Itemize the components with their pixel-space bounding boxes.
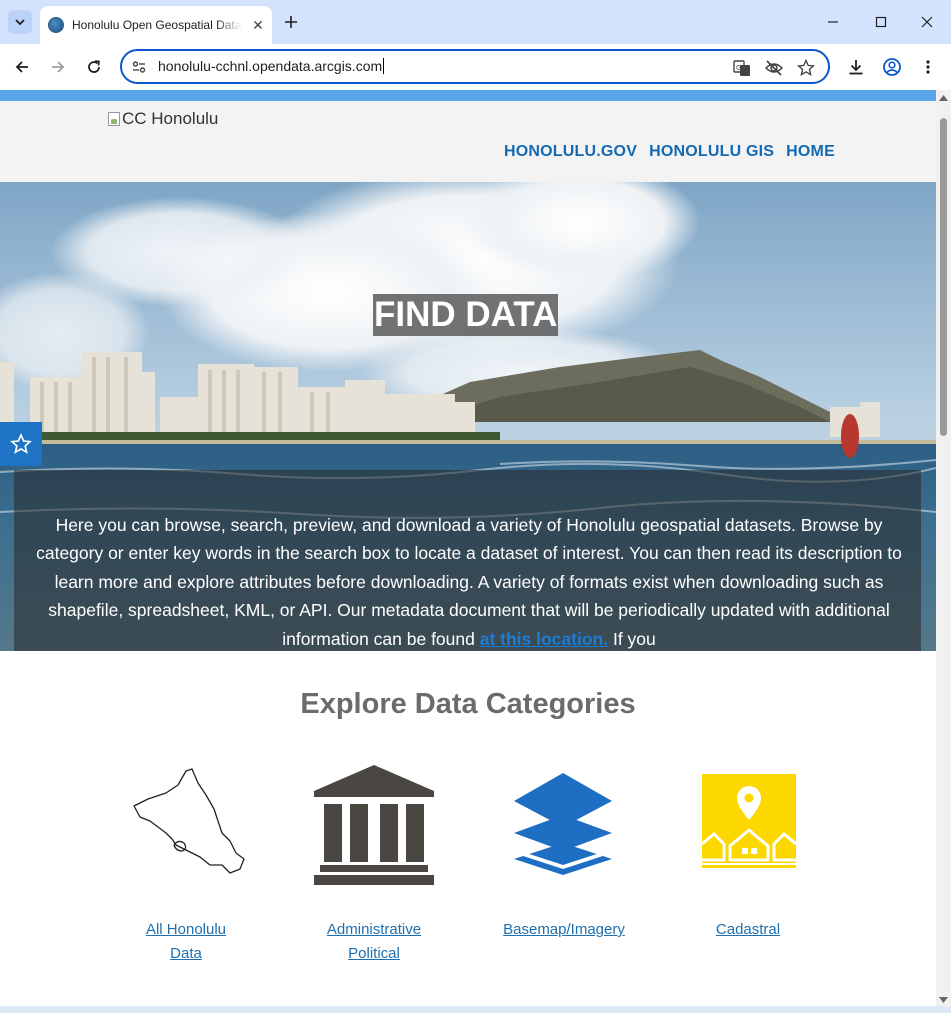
url-text[interactable]: honolulu-cchnl.opendata.arcgis.com (158, 58, 385, 74)
plus-icon (285, 16, 297, 28)
scrollbar-thumb[interactable] (940, 118, 947, 436)
government-building-icon (314, 765, 434, 885)
category-label[interactable]: Cadastral (658, 918, 838, 942)
minimize-button[interactable] (818, 8, 848, 36)
layers-icon (514, 773, 612, 875)
forward-button[interactable] (44, 53, 72, 81)
nav-link-honolulu-gov[interactable]: HONOLULU.GOV (504, 143, 637, 161)
new-tab-button[interactable] (280, 11, 302, 33)
nav-link-home[interactable]: HOME (786, 143, 835, 161)
reload-button[interactable] (80, 53, 108, 81)
page-scrollbar[interactable] (936, 90, 951, 1006)
category-label[interactable]: Basemap/Imagery (474, 918, 654, 942)
account-circle-icon (883, 58, 901, 76)
site-settings-icon[interactable] (131, 59, 147, 75)
eye-slash-icon (764, 60, 784, 76)
reload-icon (88, 60, 100, 73)
tab-search-button[interactable] (8, 10, 32, 34)
downloads-button[interactable] (842, 53, 870, 81)
category-label[interactable]: Administrative Political (284, 918, 464, 966)
category-label[interactable]: All Honolulu Data (96, 918, 276, 966)
tracking-protection-button[interactable] (764, 58, 784, 78)
maximize-icon (875, 16, 887, 28)
star-outline-icon (10, 433, 32, 454)
browser-menu-button[interactable] (914, 53, 942, 81)
window-bottom-edge (0, 1006, 951, 1013)
scroll-up-arrow-icon[interactable] (939, 94, 948, 102)
nav-link-honolulu-gis[interactable]: HONOLULU GIS (649, 143, 774, 161)
download-icon (849, 60, 863, 75)
star-outline-icon (797, 59, 815, 77)
close-icon (921, 16, 933, 28)
logo-alt-text: CC Honolulu (122, 109, 219, 128)
hero-title: FIND DATA (373, 294, 559, 336)
hero-description: Here you can browse, search, preview, an… (36, 515, 902, 649)
arrow-right-icon (52, 61, 65, 73)
broken-image-icon (108, 112, 120, 126)
tab-close-icon[interactable]: ✕ (250, 17, 266, 33)
active-tab[interactable]: Honolulu Open Geospatial Data ✕ (40, 6, 272, 44)
header-nav: HONOLULU.GOV HONOLULU GIS HOME (504, 143, 835, 161)
translate-button[interactable]: G (732, 58, 752, 78)
minimize-icon (828, 21, 838, 23)
hero-section: FIND DATA Here you can browse, search, p… (0, 182, 936, 651)
favorite-button[interactable] (0, 422, 42, 466)
kebab-menu-icon (926, 60, 930, 74)
categories-heading: Explore Data Categories (300, 688, 636, 720)
site-header: CC Honolulu HONOLULU.GOV HONOLULU GIS HO… (0, 101, 936, 182)
scroll-down-arrow-icon[interactable] (939, 996, 948, 1004)
maximize-button[interactable] (866, 8, 896, 36)
chevron-down-icon (15, 19, 25, 26)
address-bar[interactable]: honolulu-cchnl.opendata.arcgis.com G (120, 49, 830, 84)
close-window-button[interactable] (912, 8, 942, 36)
translate-icon: G (733, 60, 750, 76)
arrow-left-icon (15, 61, 28, 73)
oahu-map-icon (126, 761, 248, 886)
svg-text:G: G (736, 64, 741, 72)
site-logo[interactable]: CC Honolulu (108, 109, 218, 129)
tab-title: Honolulu Open Geospatial Data (72, 18, 242, 32)
page-viewport: CC Honolulu HONOLULU.GOV HONOLULU GIS HO… (0, 90, 936, 1006)
accent-bar (0, 90, 936, 101)
tab-strip: Honolulu Open Geospatial Data ✕ (0, 0, 951, 44)
globe-favicon-icon (48, 17, 64, 33)
profile-button[interactable] (878, 53, 906, 81)
hero-description-panel: Here you can browse, search, preview, an… (14, 470, 921, 651)
bookmark-star-button[interactable] (796, 58, 816, 78)
back-button[interactable] (8, 53, 36, 81)
browser-toolbar: honolulu-cchnl.opendata.arcgis.com G (0, 44, 951, 90)
browser-window: Honolulu Open Geospatial Data ✕ honolulu… (0, 0, 951, 1013)
metadata-link[interactable]: at this location. (480, 629, 608, 649)
parcel-houses-icon (702, 774, 796, 868)
